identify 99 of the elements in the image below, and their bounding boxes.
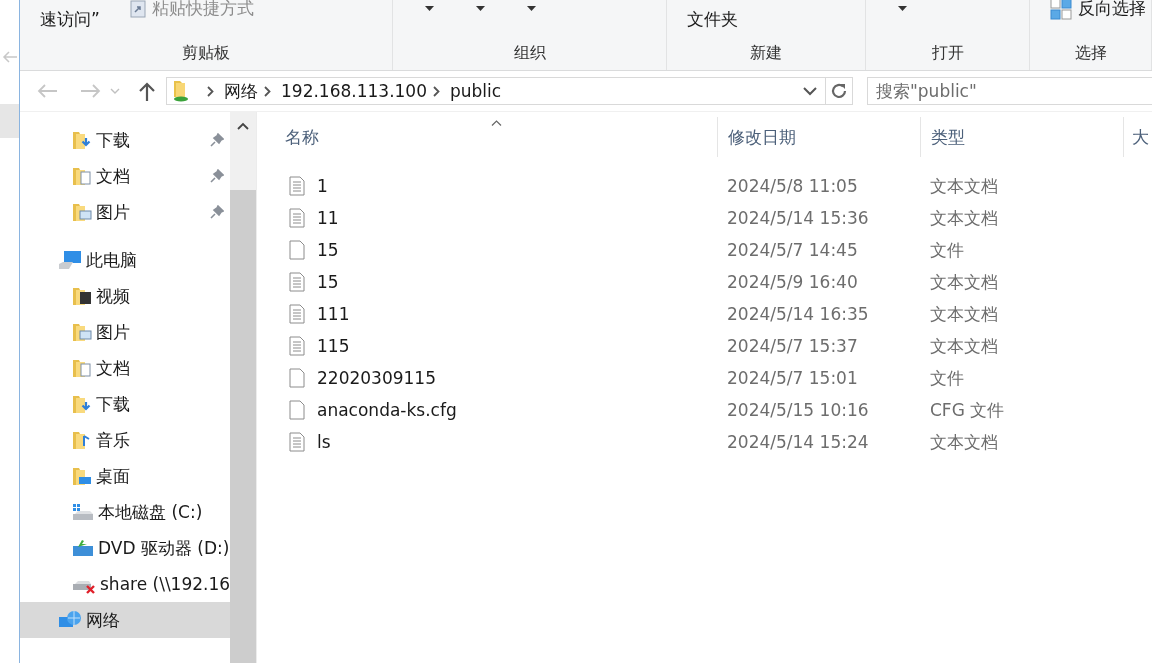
caret-icon[interactable] (425, 6, 434, 11)
text-file-icon (289, 432, 305, 452)
table-cell-text: 文件 (929, 366, 965, 390)
table-cell-text: 2024/5/9 16:40 (726, 272, 859, 292)
column-header[interactable]: 名称 (285, 117, 717, 157)
globe-computer-icon (58, 610, 82, 630)
sidebar-item[interactable]: 文档 (96, 356, 130, 380)
file-name[interactable]: 1 (317, 176, 328, 196)
file-name[interactable]: 11 (317, 208, 339, 228)
sidebar-item[interactable]: share (\\192.16 (100, 574, 231, 594)
document-folder-icon (72, 358, 92, 378)
computer-icon (58, 250, 82, 270)
ribbon-group-label: 组织 (512, 43, 547, 64)
back-arrow-icon (2, 50, 18, 64)
invert-selection-button[interactable]: 反向选择 (1050, 0, 1146, 20)
table-cell-text: 2024/5/7 14:45 (726, 240, 859, 260)
picture-folder-icon (72, 202, 92, 222)
sidebar-item[interactable]: DVD 驱动器 (D:) (98, 536, 230, 560)
table-cell-text: 文本文档 (929, 334, 999, 358)
document-folder-icon (72, 166, 92, 186)
sidebar-item[interactable]: 图片 (96, 200, 130, 224)
text-file-icon (289, 304, 305, 324)
refresh-icon (830, 82, 848, 100)
text-file-icon (289, 208, 305, 228)
scrollbar[interactable] (230, 112, 256, 663)
ribbon-button[interactable]: 速访问” (40, 8, 100, 31)
caret-icon[interactable] (898, 6, 907, 11)
video-folder-icon (72, 286, 92, 306)
text-file-icon (289, 336, 305, 356)
file-name[interactable]: 15 (317, 272, 339, 292)
chevron-icon[interactable] (264, 85, 271, 97)
shortcut-icon (129, 0, 146, 18)
ribbon-group-label: 剪贴板 (181, 43, 231, 64)
pin-icon[interactable] (210, 169, 225, 183)
file-name[interactable]: 15 (317, 240, 339, 260)
search-field[interactable]: 搜索"public" (867, 77, 1152, 105)
drive-icon (72, 502, 94, 522)
file-name[interactable]: 22020309115 (317, 368, 436, 388)
sidebar-item[interactable]: 网络 (86, 608, 120, 632)
ribbon-button[interactable]: 文件夹 (687, 8, 738, 31)
sort-caret-icon (491, 120, 502, 126)
sidebar-item[interactable]: 此电脑 (86, 248, 137, 272)
table-cell-text: 2024/5/14 15:24 (726, 432, 870, 452)
table-cell-text: 文本文档 (929, 430, 999, 454)
table-cell-text: 2024/5/7 15:37 (726, 336, 859, 356)
text-file-icon (289, 176, 305, 196)
sidebar-item[interactable]: 桌面 (96, 464, 130, 488)
table-cell-text: 文本文档 (929, 270, 999, 294)
music-folder-icon (72, 430, 92, 450)
scroll-up-icon[interactable] (237, 122, 250, 130)
address-bar[interactable]: 网络 192.168.113.100 public (166, 77, 853, 105)
network-folder-icon (171, 80, 191, 102)
file-icon (289, 368, 305, 388)
sidebar-item[interactable]: 下载 (96, 392, 130, 416)
table-cell-text: 2024/5/8 11:05 (726, 176, 859, 196)
column-header[interactable]: 修改日期 (717, 117, 920, 157)
breadcrumb[interactable]: 网络 (224, 79, 258, 103)
chevron-icon[interactable] (433, 85, 440, 97)
text-file-icon (289, 272, 305, 292)
up-arrow-icon[interactable] (138, 81, 156, 101)
ribbon-group-label: 打开 (930, 43, 965, 64)
file-name[interactable]: ls (317, 432, 331, 452)
column-header[interactable]: 大 (1123, 117, 1149, 157)
download-folder-icon (72, 394, 92, 414)
download-folder-icon (72, 130, 92, 150)
sidebar-item[interactable]: 文档 (96, 164, 130, 188)
file-icon (289, 400, 305, 420)
breadcrumb[interactable]: 192.168.113.100 (281, 81, 427, 101)
table-cell-text: CFG 文件 (929, 398, 1006, 422)
dropdown-icon[interactable] (803, 86, 817, 96)
file-name[interactable]: 115 (317, 336, 350, 356)
table-cell-text: 2024/5/7 15:01 (726, 368, 859, 388)
file-name[interactable]: 111 (317, 304, 350, 324)
table-cell-text: 2024/5/14 15:36 (726, 208, 870, 228)
table-cell-text: 文本文档 (929, 302, 999, 326)
caret-icon[interactable] (527, 6, 536, 11)
table-cell-text: 文本文档 (929, 206, 999, 230)
picture-folder-icon (72, 322, 92, 342)
chevron-icon[interactable] (207, 85, 214, 97)
desktop-folder-icon (72, 466, 92, 486)
pin-icon[interactable] (210, 205, 225, 219)
sidebar-item[interactable]: 本地磁盘 (C:) (98, 500, 203, 524)
ribbon-group-label: 新建 (749, 43, 783, 64)
sidebar-item[interactable]: 视频 (96, 284, 130, 308)
table-cell-text: 文本文档 (929, 174, 999, 198)
breadcrumb[interactable]: public (450, 81, 502, 101)
table-cell-text: 2024/5/14 16:35 (726, 304, 870, 324)
table-cell-text: 文件 (929, 238, 965, 262)
pin-icon[interactable] (210, 133, 225, 147)
column-header[interactable]: 类型 (920, 117, 1123, 157)
sidebar-item[interactable]: 图片 (96, 320, 130, 344)
caret-icon[interactable] (476, 6, 485, 11)
table-cell-text: 2024/5/15 10:16 (726, 400, 870, 420)
ribbon-group-label: 选择 (1073, 43, 1108, 64)
file-icon (289, 240, 305, 260)
file-name[interactable]: anaconda-ks.cfg (317, 400, 457, 420)
dvd-drive-icon (72, 538, 94, 558)
sidebar-item[interactable]: 下载 (96, 128, 130, 152)
sidebar-item[interactable]: 音乐 (96, 428, 130, 452)
